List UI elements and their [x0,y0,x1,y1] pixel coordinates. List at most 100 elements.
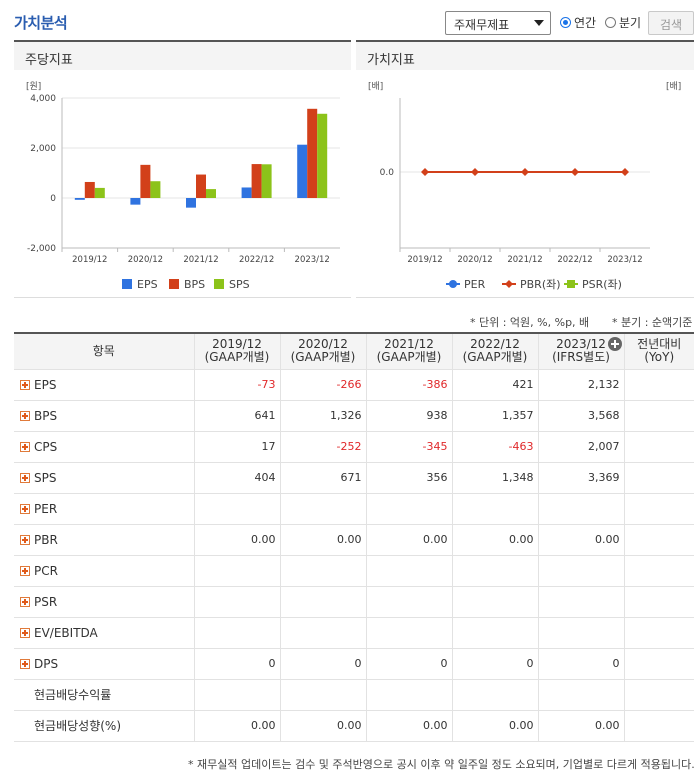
row-label-text: PSR [34,594,58,609]
radio-quarter-label: 분기 [619,16,642,30]
yoy-cell [623,617,694,649]
row-label[interactable]: PER [14,493,194,525]
row-label-text: CPS [34,439,58,454]
row-label[interactable]: BPS [14,400,194,432]
table-header-row: 항목 2019/12 (GAAP개별) 2020/12 (GAAP개별) 2021/… [14,332,694,370]
table-cell: 0.00 [279,710,366,742]
col-header: 2021/12 (GAAP개별) [365,332,452,370]
table-cell [279,617,366,649]
y-tick-label: -2,000 [27,244,56,254]
expand-plus-icon[interactable] [20,658,30,669]
radio-unselected-icon [605,17,616,28]
table-cell [279,586,366,618]
footnote: * 재무실적 업데이트는 검수 및 주석반영으로 공시 이후 약 일주일 정도 … [188,758,695,771]
yoy-cell [623,648,694,680]
table-cell: -266 [279,369,366,401]
expand-plus-icon[interactable] [20,441,30,452]
expand-plus-icon[interactable] [20,379,30,390]
radio-annual[interactable]: 연간 [560,14,596,31]
per-share-panel-title: 주당지표 [14,40,351,70]
table-cell [365,493,452,525]
expand-plus-icon[interactable] [20,534,30,545]
table-cell: 2,007 [537,431,624,463]
table-row: PCR [14,555,694,587]
table-cell: 0 [537,648,624,680]
legend-swatch [169,279,179,289]
bar-bps [84,181,95,198]
x-tick-label: 2021/12 [183,255,218,265]
table-cell [451,617,538,649]
x-tick-label: 2022/12 [557,255,592,265]
expand-plus-icon[interactable] [20,472,30,483]
table-cell: 0 [451,648,538,680]
col-header: 2020/12 (GAAP개별) [279,332,366,370]
x-tick-label: 2022/12 [239,255,274,265]
search-button[interactable]: 검색 [648,11,694,35]
table-cell: -463 [451,431,538,463]
bar-bps [307,108,318,198]
row-label[interactable]: DPS [14,648,194,680]
row-label[interactable]: CPS [14,431,194,463]
table-cell: 0.00 [365,710,452,742]
legend-label: EPS [137,278,158,291]
per-share-panel: 주당지표 [원] 4,000 2,000 0 -2,000 2019/12 2020/12 2… [14,40,351,298]
statement-select[interactable]: 주재무제표 [445,11,551,35]
row-label[interactable]: SPS [14,462,194,494]
table-cell: 17 [193,431,280,463]
row-label[interactable]: EPS [14,369,194,401]
table-cell: 3,369 [537,462,624,494]
row-label-text: 현금배당수익률 [34,688,112,702]
top-bar: 가치분석 주재무제표 연간 분기 검색 [0,0,700,40]
table-row: DPS 0 0 0 0 0 [14,648,694,680]
table-cell: 0 [193,648,280,680]
expand-plus-icon[interactable] [20,410,30,421]
bar-sps [150,181,161,198]
add-column-icon[interactable] [607,337,622,351]
col-basis: (GAAP개별) [290,350,356,365]
row-label[interactable]: EV/EBITDA [14,617,194,649]
expand-plus-icon[interactable] [20,503,30,514]
row-label[interactable]: PCR [14,555,194,587]
col-year: 2020/12 [298,337,348,352]
bar-sps [317,113,328,198]
page-title: 가치분석 [14,14,68,32]
table-cell: 404 [193,462,280,494]
table-cell [537,586,624,618]
table-cell: -252 [279,431,366,463]
expand-plus-icon[interactable] [20,596,30,607]
table-cell: 3,568 [537,400,624,432]
radio-quarter[interactable]: 분기 [605,14,641,31]
yoy-header-line2: (YoY) [644,350,675,365]
table-cell: 1,326 [279,400,366,432]
row-label[interactable]: PSR [14,586,194,618]
col-year: 2023/12 [556,337,606,352]
table-cell [279,555,366,587]
table-cell: -386 [365,369,452,401]
table-cell: 1,348 [451,462,538,494]
table-cell [537,617,624,649]
yoy-cell [623,710,694,742]
y-axis-unit: [원] [26,81,41,92]
x-tick-label: 2019/12 [72,255,107,265]
y-tick-label: 0.0 [380,168,395,178]
col-header: 2022/12 (GAAP개별) [451,332,538,370]
expand-plus-icon[interactable] [20,627,30,638]
yoy-header-line1: 전년대비 [637,337,682,352]
table-cell: 1,357 [451,400,538,432]
row-label[interactable]: PBR [14,524,194,556]
table-cell: 641 [193,400,280,432]
table-cell [193,586,280,618]
table-row: PBR 0.00 0.00 0.00 0.00 0.00 [14,524,694,556]
y-tick-label: 4,000 [30,94,56,104]
col-basis: (GAAP개별) [204,350,270,365]
bar-eps [241,187,252,198]
table-cell [537,679,624,711]
table-cell [451,555,538,587]
expand-plus-icon[interactable] [20,565,30,576]
col-year: 2021/12 [384,337,434,352]
point-pbr [421,168,429,176]
bar-bps [140,164,151,198]
col-basis: (GAAP개별) [462,350,528,365]
yoy-cell [623,555,694,587]
quarter-note: * 분기 : 순액기준 [612,316,693,329]
